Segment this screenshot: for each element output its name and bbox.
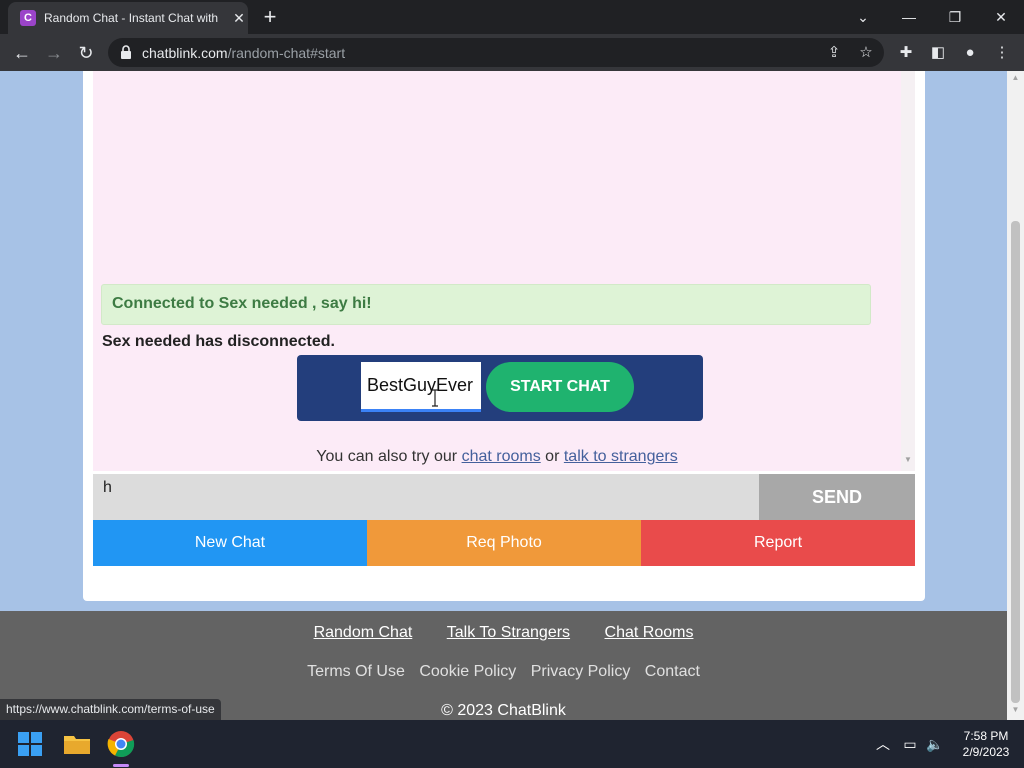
- text-cursor-icon: [432, 389, 438, 407]
- action-buttons: New Chat Req Photo Report: [93, 520, 915, 566]
- chat-log-scrollbar[interactable]: ▼: [901, 71, 915, 471]
- nickname-input[interactable]: [361, 362, 481, 412]
- footer-primary-links: Random Chat Talk To Strangers Chat Rooms: [0, 624, 1007, 642]
- file-explorer-icon[interactable]: [63, 732, 91, 756]
- try-or: or: [545, 448, 560, 465]
- footer-link-talk-to-strangers[interactable]: Talk To Strangers: [447, 624, 570, 641]
- footer-secondary-links: Terms Of Use Cookie Policy Privacy Polic…: [0, 663, 1007, 681]
- windows-taskbar: ︿ ▭ 🔈 7:58 PM 2/9/2023: [0, 720, 1024, 768]
- scroll-thumb[interactable]: [1011, 221, 1020, 703]
- clock-time[interactable]: 7:58 PM: [956, 729, 1016, 743]
- forward-icon[interactable]: →: [41, 40, 67, 66]
- tab-search-chevron-icon[interactable]: ⌄: [851, 5, 875, 29]
- url-text: chatblink.com/random-chat#start: [142, 45, 345, 61]
- footer-link-cookie-policy[interactable]: Cookie Policy: [419, 663, 516, 680]
- network-icon[interactable]: ▭: [900, 734, 920, 754]
- tray-overflow-chevron-icon[interactable]: ︿: [873, 734, 893, 754]
- restore-icon[interactable]: ❐: [943, 5, 967, 29]
- page-scrollbar[interactable]: ▲ ▼: [1007, 71, 1024, 720]
- tab-close-icon[interactable]: ✕: [230, 9, 248, 27]
- footer-link-random-chat[interactable]: Random Chat: [314, 624, 413, 641]
- request-photo-button[interactable]: Req Photo: [367, 520, 641, 566]
- share-icon[interactable]: ⇪: [823, 42, 845, 64]
- talk-to-strangers-link[interactable]: talk to strangers: [564, 448, 678, 465]
- url-path: /random-chat#start: [227, 45, 346, 61]
- lock-icon: [121, 45, 131, 59]
- disconnected-message: Sex needed has disconnected.: [102, 333, 335, 350]
- footer-link-privacy-policy[interactable]: Privacy Policy: [531, 663, 631, 680]
- message-input[interactable]: [93, 474, 759, 520]
- page-viewport: Connected to Sex needed , say hi! Sex ne…: [0, 71, 1007, 720]
- start-chat-button[interactable]: START CHAT: [486, 362, 634, 412]
- new-chat-button[interactable]: New Chat: [93, 520, 367, 566]
- connected-message: Connected to Sex needed , say hi!: [101, 284, 871, 325]
- footer-link-chat-rooms[interactable]: Chat Rooms: [605, 624, 694, 641]
- chat-rooms-link[interactable]: chat rooms: [462, 448, 541, 465]
- alternative-links-line: You can also try our chat rooms or talk …: [93, 448, 901, 466]
- address-bar[interactable]: chatblink.com/random-chat#start ⇪ ☆: [108, 38, 884, 67]
- browser-toolbar: ← → ↻ chatblink.com/random-chat#start ⇪ …: [0, 34, 1024, 71]
- browser-tab[interactable]: C Random Chat - Instant Chat with ✕: [8, 2, 248, 34]
- side-panel-icon[interactable]: ◧: [926, 41, 950, 65]
- chat-log: Connected to Sex needed , say hi! Sex ne…: [93, 71, 915, 471]
- new-tab-icon[interactable]: +: [258, 5, 282, 29]
- footer-link-contact[interactable]: Contact: [645, 663, 700, 680]
- message-row: SEND: [93, 474, 915, 520]
- window-close-icon[interactable]: ✕: [989, 5, 1013, 29]
- volume-icon[interactable]: 🔈: [925, 734, 945, 754]
- clock-date[interactable]: 2/9/2023: [956, 745, 1016, 759]
- scroll-up-arrow-icon[interactable]: ▲: [1007, 73, 1024, 85]
- tab-bar: C Random Chat - Instant Chat with ✕ + ⌄ …: [0, 0, 1024, 34]
- send-button[interactable]: SEND: [759, 474, 915, 520]
- scroll-down-arrow-icon[interactable]: ▼: [1007, 705, 1024, 717]
- back-icon[interactable]: ←: [9, 40, 35, 66]
- chrome-icon[interactable]: [107, 730, 135, 758]
- site-favicon-icon: C: [20, 10, 36, 26]
- menu-kebab-icon[interactable]: ⋮: [990, 41, 1014, 65]
- scroll-down-arrow-icon[interactable]: ▼: [901, 455, 915, 464]
- windows-start-icon[interactable]: [18, 732, 42, 756]
- reload-icon[interactable]: ↻: [73, 40, 99, 66]
- bookmark-star-icon[interactable]: ☆: [855, 42, 877, 64]
- report-button[interactable]: Report: [641, 520, 915, 566]
- url-host: chatblink.com: [142, 45, 228, 61]
- try-prefix: You can also try our: [316, 448, 458, 465]
- footer-link-terms[interactable]: Terms Of Use: [307, 663, 405, 680]
- minimize-icon[interactable]: —: [897, 5, 921, 29]
- status-bar-url: https://www.chatblink.com/terms-of-use: [0, 699, 221, 720]
- start-chat-box: START CHAT: [297, 355, 703, 421]
- profile-avatar-icon[interactable]: ●: [958, 41, 982, 65]
- active-app-indicator: [113, 764, 129, 767]
- extensions-puzzle-icon[interactable]: ✚: [894, 41, 918, 65]
- tab-title: Random Chat - Instant Chat with: [44, 11, 219, 25]
- chat-card: Connected to Sex needed , say hi! Sex ne…: [83, 71, 925, 601]
